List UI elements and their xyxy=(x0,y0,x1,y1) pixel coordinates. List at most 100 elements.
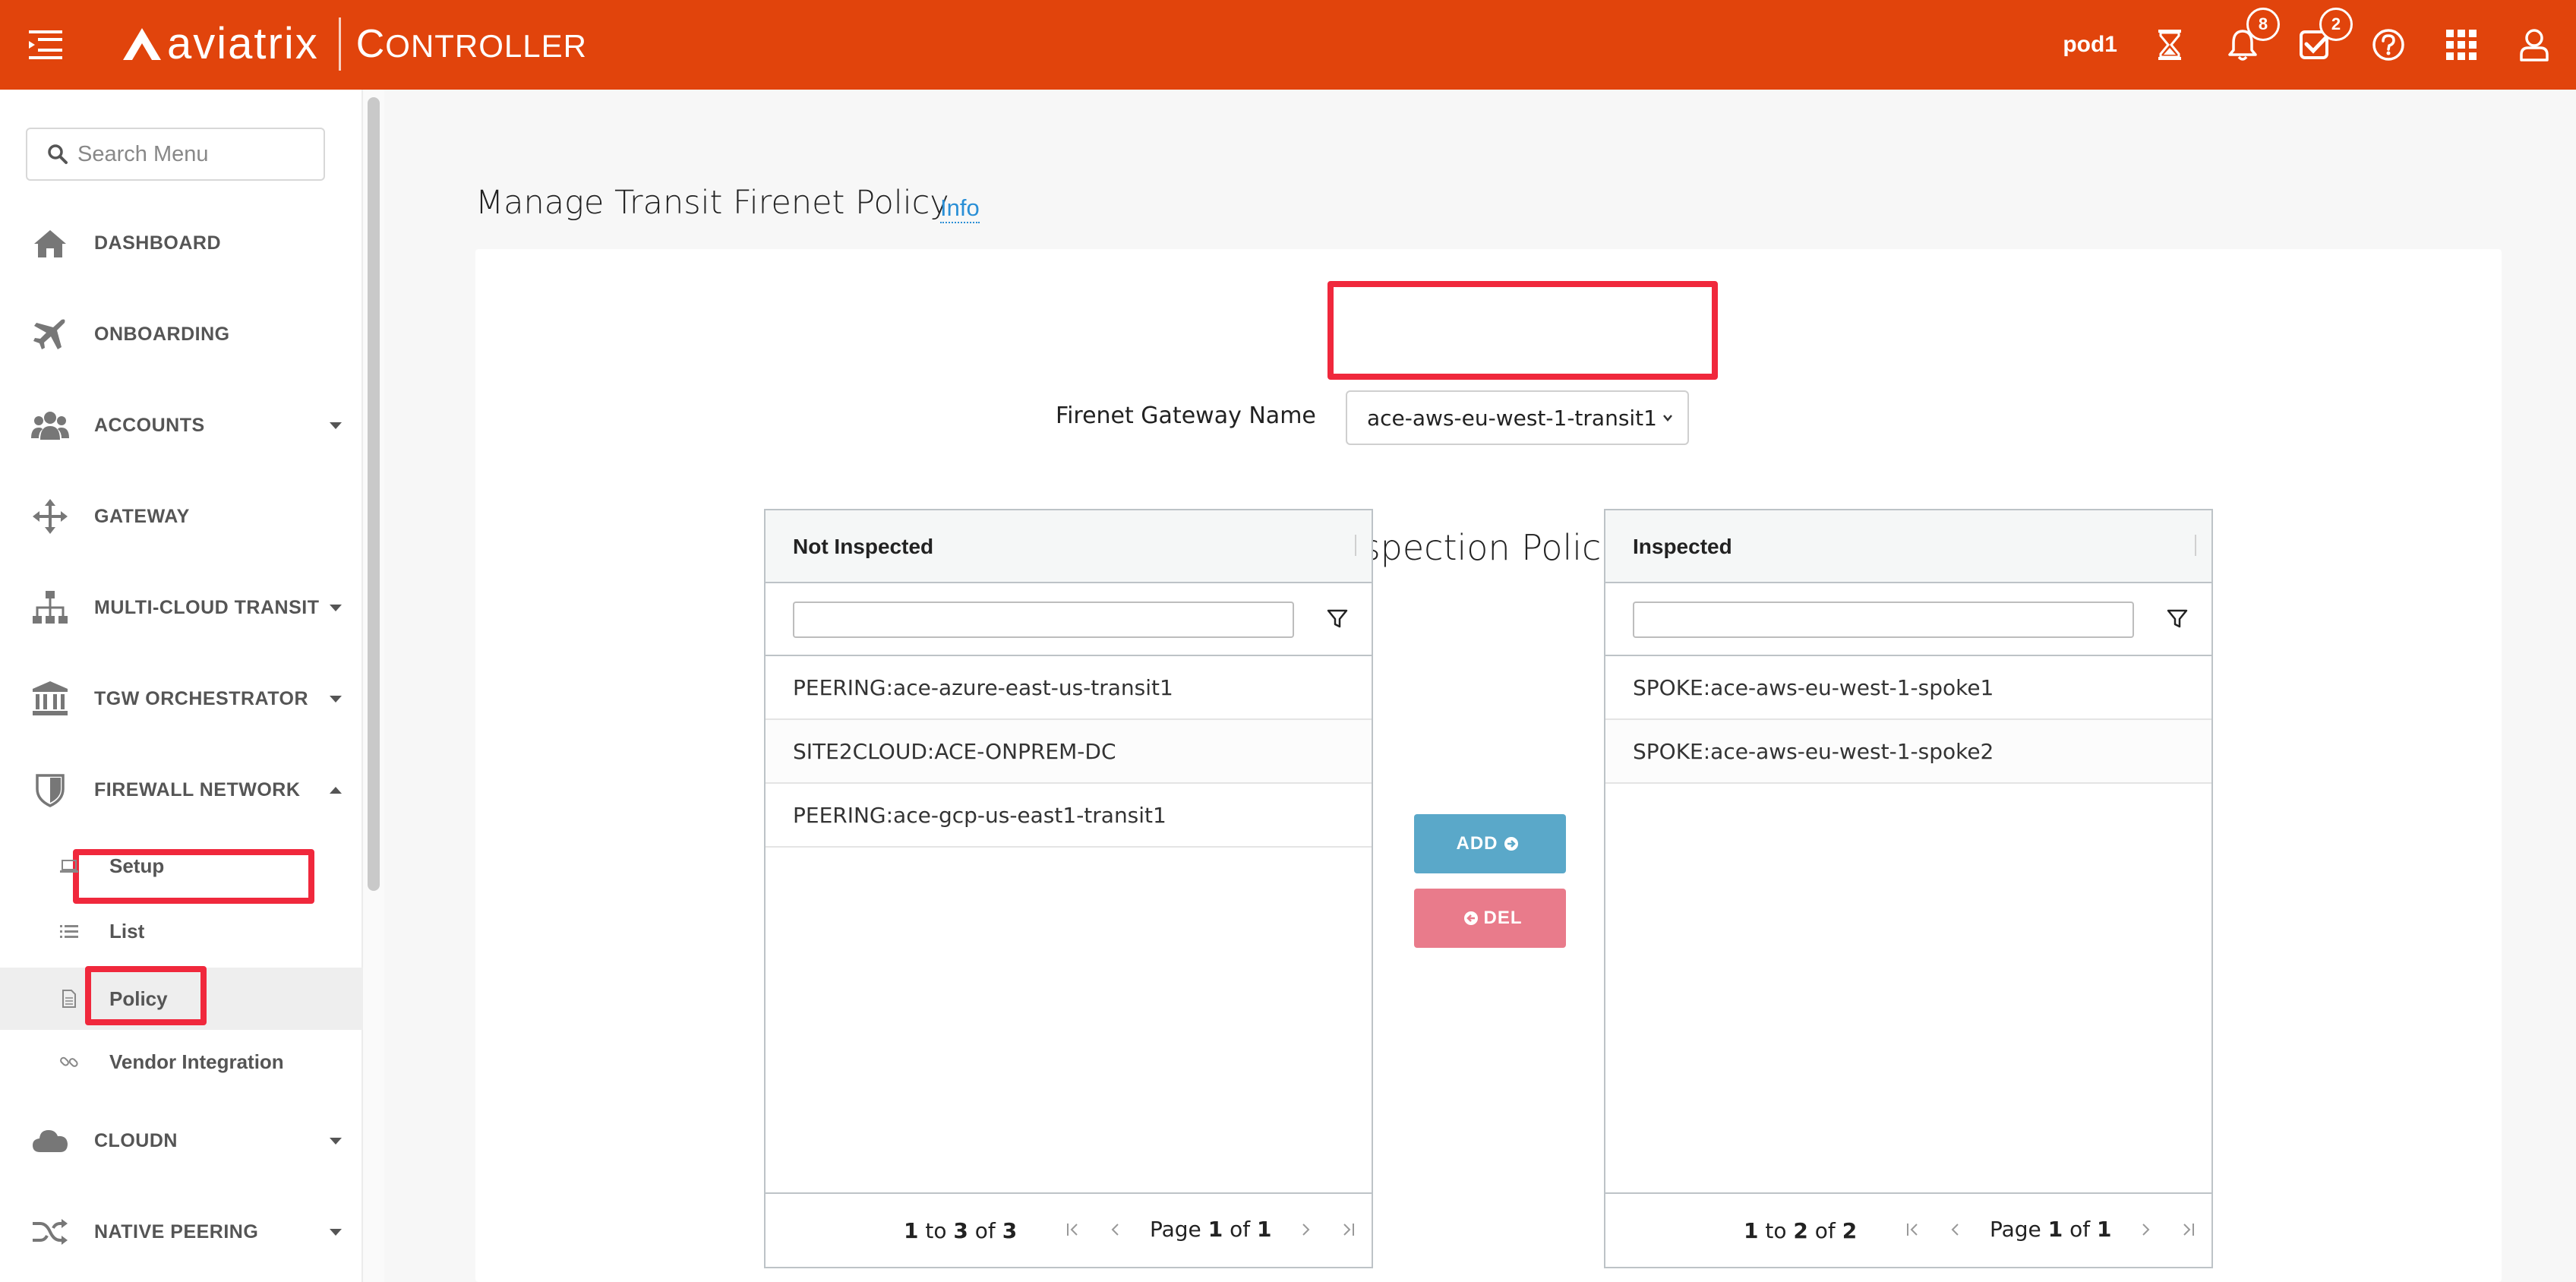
next-page-icon[interactable] xyxy=(2137,1221,2154,1238)
tasks-button[interactable]: 2 xyxy=(2297,8,2353,64)
gateway-name-value: ace-aws-eu-west-1-transit1 xyxy=(1367,405,1657,431)
not-inspected-filter-input[interactable] xyxy=(793,602,1294,638)
laptop-icon xyxy=(60,860,78,873)
sitemap-icon xyxy=(29,586,71,629)
grid-header: Not Inspected xyxy=(766,510,1372,583)
chevron-down-icon xyxy=(330,1137,342,1145)
previous-page-icon[interactable] xyxy=(1107,1221,1124,1238)
add-button-label: ADD xyxy=(1456,833,1498,854)
column-resize-handle[interactable] xyxy=(1355,535,1356,556)
chevron-down-icon xyxy=(330,695,342,703)
sidebar-item-multi-cloud-transit[interactable]: MULTI-CLOUD TRANSIT xyxy=(0,570,363,646)
grid-header: Inspected xyxy=(1605,510,2211,583)
inspection-policies-title: Inspection Policies xyxy=(1330,527,1651,568)
sidebar-item-tgw-orchestrator[interactable]: TGW ORCHESTRATOR xyxy=(0,661,363,737)
gateway-name-label: Firenet Gateway Name xyxy=(1056,403,1316,429)
next-page-icon[interactable] xyxy=(1297,1221,1314,1238)
highlight-policy xyxy=(85,966,207,1025)
apps-button[interactable] xyxy=(2442,26,2480,64)
table-row[interactable]: PEERING:ace-azure-east-us-transit1 xyxy=(766,656,1372,720)
chevron-down-icon xyxy=(330,1228,342,1236)
sidebar-item-gateway[interactable]: GATEWAY xyxy=(0,478,363,554)
page-indicator: Page 1 of 1 xyxy=(1150,1217,1272,1242)
add-button[interactable]: ADD xyxy=(1414,814,1566,873)
sidebar-subitem-list[interactable]: List xyxy=(0,902,363,960)
sidebar-item-label: ONBOARDING xyxy=(94,323,230,345)
sidebar-item-native-peering[interactable]: NATIVE PEERING xyxy=(0,1194,363,1270)
sidebar-item-accounts[interactable]: ACCOUNTS xyxy=(0,387,363,463)
gateway-name-select[interactable]: ace-aws-eu-west-1-transit1 xyxy=(1346,390,1689,445)
user-icon xyxy=(2520,29,2549,62)
sidebar-subitem-label: Setup xyxy=(109,854,165,877)
aviatrix-logo-icon xyxy=(123,28,161,60)
inspected-grid: Inspected SPOKE:ace-aws-eu-west-1-spoke1… xyxy=(1604,509,2213,1268)
sidebar-item-firewall-network[interactable]: FIREWALL NETWORK xyxy=(0,752,363,828)
pager-controls: Page 1 of 1 xyxy=(1905,1217,2196,1242)
last-page-icon[interactable] xyxy=(2180,1221,2196,1238)
sidebar-item-label: DASHBOARD xyxy=(94,232,221,254)
user-button[interactable] xyxy=(2515,26,2553,64)
search-menu-input[interactable]: Search Menu xyxy=(26,128,325,181)
not-inspected-grid: Not Inspected PEERING:ace-azure-east-us-… xyxy=(764,509,1373,1268)
arrow-circle-right-icon xyxy=(1504,837,1518,851)
brand-logo[interactable]: aviatrix CONTROLLER xyxy=(122,14,587,74)
home-icon xyxy=(29,222,71,264)
cloud-icon xyxy=(29,1119,71,1162)
brand-wordmark: aviatrix xyxy=(167,19,319,68)
sidebar-item-cloudn[interactable]: CLOUDN xyxy=(0,1103,363,1179)
help-button[interactable] xyxy=(2369,26,2407,64)
sidebar-subitem-label: Vendor Integration xyxy=(109,1050,284,1073)
chevron-down-icon xyxy=(1663,415,1672,422)
arrows-icon xyxy=(29,495,71,538)
users-icon xyxy=(29,404,71,447)
first-page-icon[interactable] xyxy=(1905,1221,1921,1238)
highlight-gateway-select xyxy=(1327,281,1718,380)
page-title: Manage Transit Firenet Policy xyxy=(475,184,949,222)
table-row[interactable]: PEERING:ace-gcp-us-east1-transit1 xyxy=(766,784,1372,848)
brand-divider xyxy=(338,17,341,71)
filter-icon[interactable] xyxy=(1326,608,1349,630)
filter-icon[interactable] xyxy=(2166,608,2189,630)
sidebar-subitem-setup[interactable]: Setup xyxy=(0,837,363,895)
question-icon xyxy=(2372,29,2404,61)
menu-toggle-icon[interactable] xyxy=(27,27,64,62)
column-resize-handle[interactable] xyxy=(2195,535,2196,556)
table-row[interactable]: SITE2CLOUD:ACE-ONPREM-DC xyxy=(766,720,1372,784)
row-range: 1 to 3 of 3 xyxy=(904,1218,1018,1243)
search-menu-placeholder: Search Menu xyxy=(77,141,209,166)
sidebar-scrollbar[interactable] xyxy=(368,97,380,891)
column-header-not-inspected[interactable]: Not Inspected xyxy=(793,535,933,559)
table-row[interactable]: SPOKE:ace-aws-eu-west-1-spoke1 xyxy=(1605,656,2211,720)
sidebar-subitem-label: List xyxy=(109,919,145,943)
product-name: CONTROLLER xyxy=(355,22,587,66)
page-indicator: Page 1 of 1 xyxy=(1990,1217,2112,1242)
del-button-label: DEL xyxy=(1483,908,1523,928)
chevron-down-icon xyxy=(330,604,342,611)
main-content: Manage Transit Firenet Policy Info Firen… xyxy=(384,90,2576,1282)
sidebar-item-label: NATIVE PEERING xyxy=(94,1220,259,1243)
pod-name: pod1 xyxy=(2063,32,2117,57)
last-page-icon[interactable] xyxy=(1340,1221,1356,1238)
chevron-up-icon xyxy=(330,786,342,794)
inspected-filter-input[interactable] xyxy=(1633,602,2134,638)
sidebar-item-dashboard[interactable]: DASHBOARD xyxy=(0,205,363,281)
list-icon xyxy=(60,925,78,938)
previous-page-icon[interactable] xyxy=(1947,1221,1964,1238)
del-button[interactable]: DEL xyxy=(1414,889,1566,948)
arrow-circle-left-icon xyxy=(1463,911,1478,925)
first-page-icon[interactable] xyxy=(1065,1221,1081,1238)
sidebar-subitem-vendor-integration[interactable]: Vendor Integration xyxy=(0,1033,363,1091)
grid-filter-row xyxy=(1605,583,2211,656)
sidebar-item-label: ACCOUNTS xyxy=(94,414,205,436)
column-header-inspected[interactable]: Inspected xyxy=(1633,535,1732,559)
document-icon xyxy=(62,990,76,1008)
info-link[interactable]: Info xyxy=(940,194,980,223)
notifications-button[interactable]: 8 xyxy=(2224,8,2280,64)
grid-pagination: 1 to 2 of 2 Page 1 of 1 xyxy=(1605,1192,2211,1267)
table-row[interactable]: SPOKE:ace-aws-eu-west-1-spoke2 xyxy=(1605,720,2211,784)
pager-controls: Page 1 of 1 xyxy=(1065,1217,1356,1242)
shuffle-icon xyxy=(29,1211,71,1253)
hourglass-button[interactable] xyxy=(2151,26,2189,64)
sidebar-item-onboarding[interactable]: ONBOARDING xyxy=(0,296,363,372)
row-range: 1 to 2 of 2 xyxy=(1744,1218,1858,1243)
